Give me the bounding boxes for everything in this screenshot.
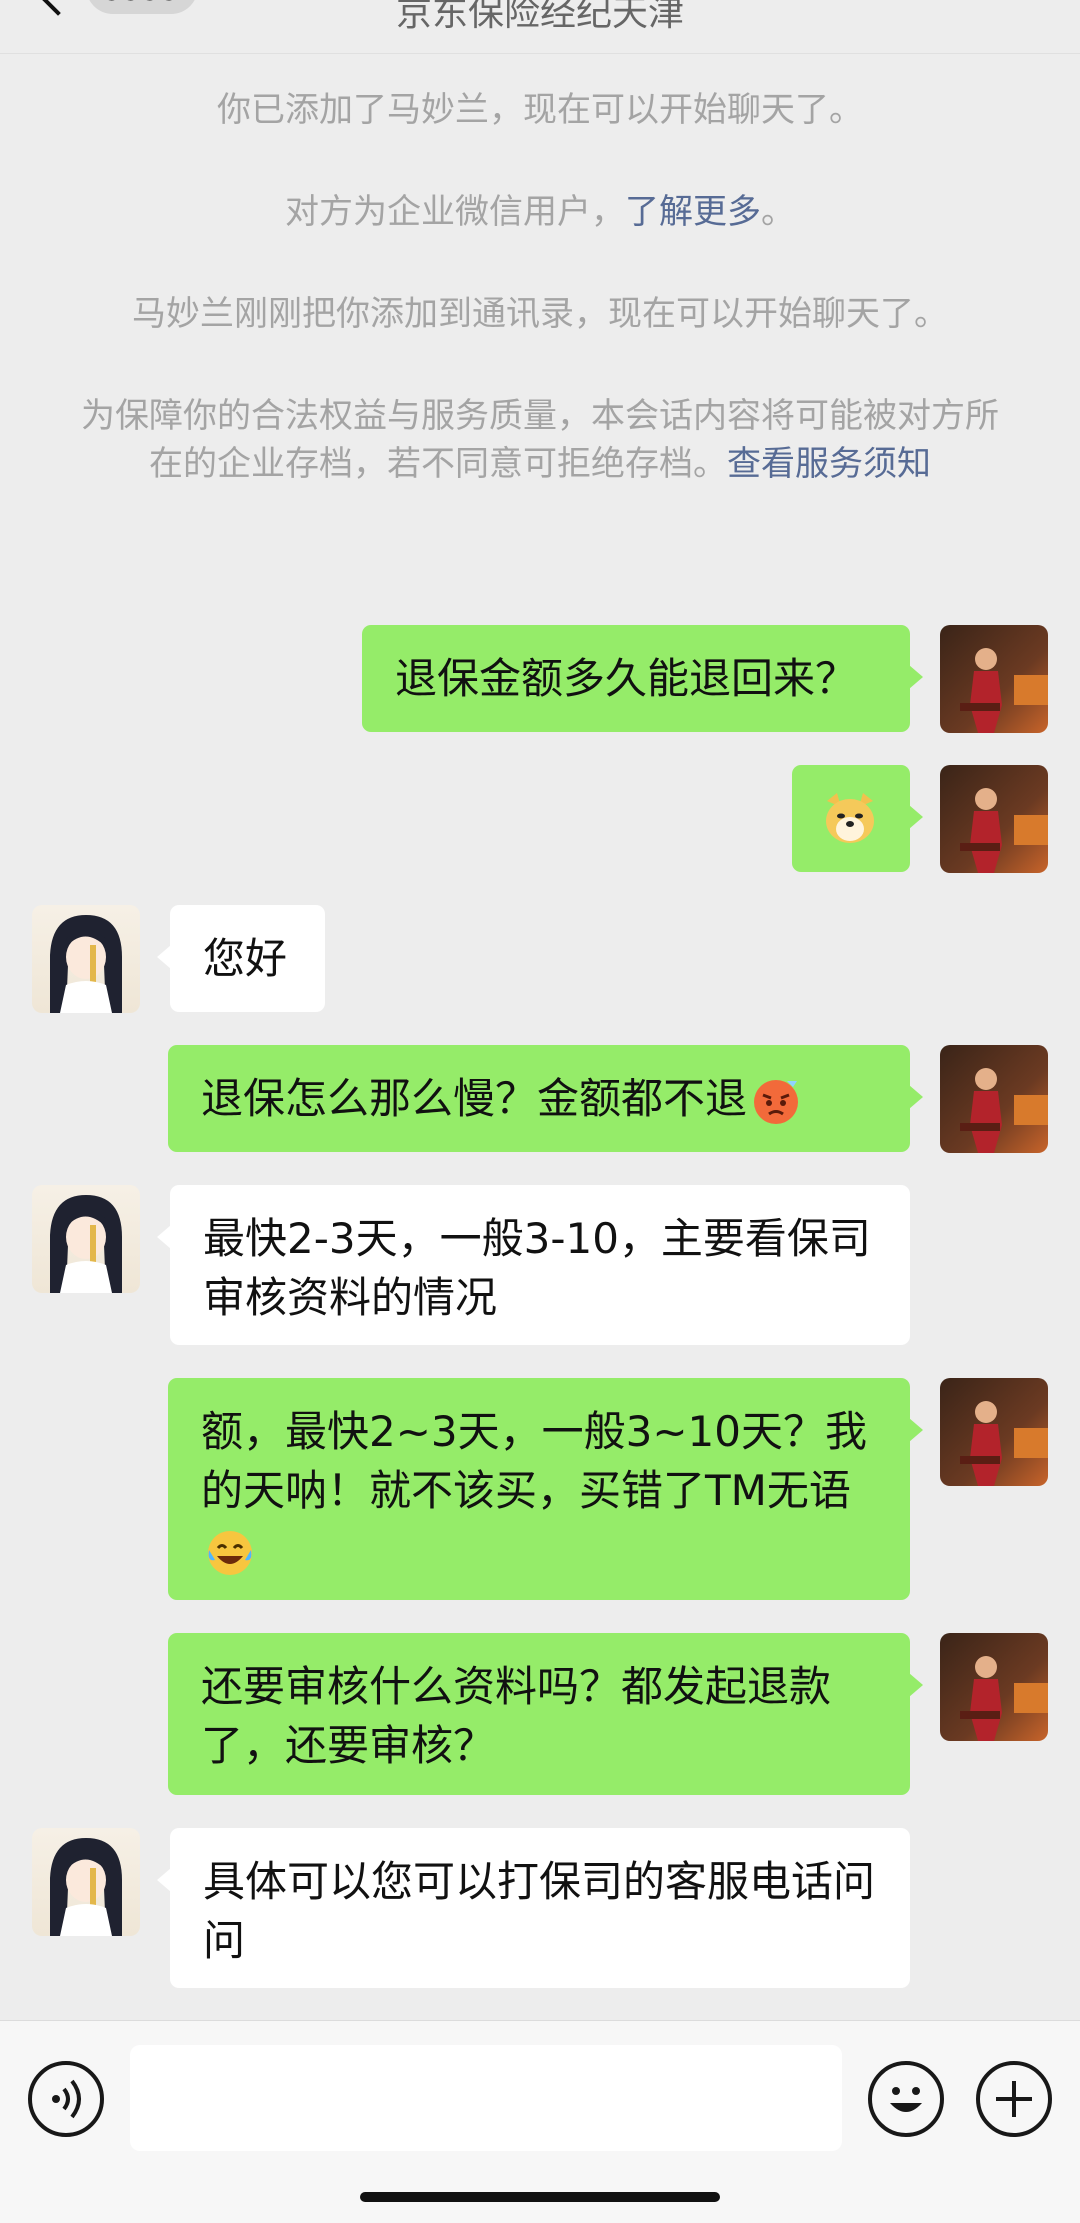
bubble-tail (909, 1085, 923, 1109)
laugh-cry-emoji-icon (208, 1530, 252, 1575)
system-message: 马妙兰刚刚把你添加到通讯录，现在可以开始聊天了。 (132, 294, 948, 334)
angry-emoji-icon (754, 1079, 799, 1124)
message-bubble-outgoing[interactable]: 退保金额多久能退回来？ (362, 625, 923, 732)
system-message: 对方为企业微信用户，了解更多。 (80, 188, 1000, 236)
my-avatar[interactable] (940, 765, 1048, 873)
contact-avatar[interactable] (32, 905, 140, 1013)
bubble-tail (157, 1868, 171, 1892)
bubble-tail (909, 1418, 923, 1442)
bubble-tail (157, 945, 171, 969)
system-message-suffix: 。 (761, 192, 795, 232)
message-text: 退保怎么那么慢？金额都不退 (201, 1074, 748, 1123)
doge-sticker-icon (826, 793, 874, 843)
message-input[interactable] (130, 2045, 842, 2151)
emoji-icon[interactable] (868, 2061, 944, 2137)
message-bubble-incoming[interactable]: 最快2-3天，一般3-10，主要看保司审核资料的情况 (157, 1185, 910, 1345)
my-avatar[interactable] (940, 625, 1048, 733)
my-avatar[interactable] (940, 1633, 1048, 1741)
bubble-tail (909, 805, 923, 829)
system-message: 你已添加了马妙兰，现在可以开始聊天了。 (217, 90, 863, 130)
bubble-tail (909, 665, 923, 689)
contact-avatar[interactable] (32, 1185, 140, 1293)
message-text: 您好 (203, 934, 288, 983)
message-bubble-outgoing[interactable]: 额，最快2~3天，一般3~10天？我的天呐！就不该买，买错了TM无语 (168, 1378, 923, 1600)
message-bubble-outgoing[interactable]: 退保怎么那么慢？金额都不退 (168, 1045, 923, 1152)
my-avatar[interactable] (940, 1378, 1048, 1486)
service-terms-link[interactable]: 查看服务须知 (727, 444, 931, 484)
top-bar: 9999 京东保险经纪天津 (0, 0, 1080, 54)
chat-title: 京东保险经纪天津 (395, 0, 684, 34)
system-message-text: 对方为企业微信用户， (285, 192, 625, 232)
message-bubble-outgoing[interactable]: 还要审核什么资料吗？都发起退款了，还要审核？ (168, 1633, 923, 1795)
message-text: 退保金额多久能退回来？ (395, 654, 858, 703)
my-avatar[interactable] (940, 1045, 1048, 1153)
home-indicator[interactable] (360, 2192, 720, 2202)
message-text: 最快2-3天，一般3-10，主要看保司审核资料的情况 (203, 1214, 871, 1322)
plus-icon[interactable] (976, 2061, 1052, 2137)
bubble-tail (157, 1225, 171, 1249)
bubble-tail (909, 1673, 923, 1697)
message-text: 还要审核什么资料吗？都发起退款了，还要审核？ (201, 1662, 832, 1770)
message-text: 具体可以您可以打保司的客服电话问问 (203, 1857, 876, 1965)
message-bubble-incoming[interactable]: 具体可以您可以打保司的客服电话问问 (157, 1828, 910, 1988)
learn-more-link[interactable]: 了解更多 (625, 192, 761, 232)
archive-notice: 为保障你的合法权益与服务质量，本会话内容将可能被对方所在的企业存档，若不同意可拒… (80, 392, 1000, 488)
contact-avatar[interactable] (32, 1828, 140, 1936)
message-bubble-incoming[interactable]: 您好 (157, 905, 325, 1012)
message-bubble-outgoing[interactable] (792, 765, 923, 872)
voice-icon[interactable] (28, 2061, 104, 2137)
message-text: 额，最快2~3天，一般3~10天？我的天呐！就不该买，买错了TM无语 (201, 1407, 867, 1515)
